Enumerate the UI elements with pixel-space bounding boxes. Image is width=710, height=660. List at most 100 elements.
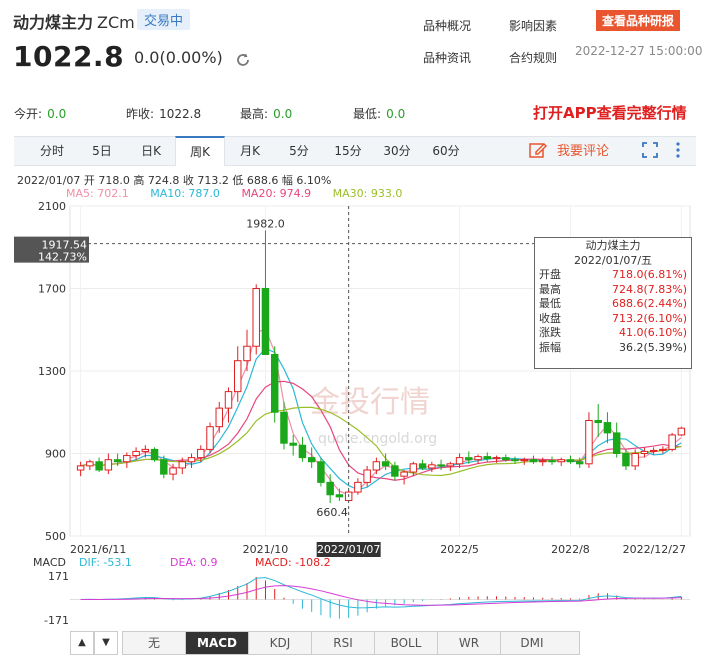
candle-body (326, 481, 334, 496)
candle-body (566, 459, 575, 463)
tooltip-row: 涨跌 41.0(6.10%) (539, 326, 687, 339)
high-marker: 1982.0 (246, 217, 285, 230)
candle-body (280, 411, 288, 444)
candle-body (187, 457, 196, 463)
candle-body (150, 448, 159, 461)
tab-intraday[interactable]: 分时 (30, 137, 74, 165)
indicator-rsi[interactable]: RSI (312, 632, 375, 654)
indicator-boll[interactable]: BOLL (375, 632, 438, 654)
candle-body (668, 434, 676, 450)
link-news[interactable]: 品种资讯 (423, 49, 471, 66)
candle-body (123, 455, 131, 463)
indicator-none[interactable]: 无 (123, 632, 186, 654)
tab-daily-k[interactable]: 日K (129, 137, 173, 165)
candle-body (243, 345, 251, 362)
candle-body (428, 464, 436, 469)
tooltip-row: 最低 688.6(2.44%) (539, 297, 687, 310)
price-change: 0.0(0.00%) (134, 48, 223, 67)
candle-body (224, 391, 233, 409)
macd-chart[interactable]: MACD DIF: -53.1 DEA: 0.9 MACD: -108.2 17… (0, 556, 710, 628)
candle-body (270, 354, 279, 413)
y-tick-label: 1300 (38, 365, 66, 378)
x-tick-label: 2022/12/27 (623, 543, 686, 556)
refresh-icon[interactable] (234, 51, 252, 69)
trading-status-badge: 交易中 (137, 9, 191, 30)
research-report-button[interactable]: 查看品种研报 (596, 10, 681, 31)
comment-button[interactable]: 我要评论 (557, 140, 609, 159)
stat-low: 最低: 0.0 (353, 107, 406, 121)
candle-body (612, 432, 621, 454)
macd-dea-line (80, 585, 682, 606)
candle-body (381, 461, 390, 467)
tooltip-row: 最高 724.8(7.83%) (539, 282, 687, 296)
candle-body (631, 453, 639, 467)
tab-monthly-k[interactable]: 月K (228, 137, 272, 165)
more-icon[interactable] (674, 141, 682, 159)
indicator-dmi[interactable]: DMI (501, 632, 563, 654)
fullscreen-icon[interactable] (641, 141, 659, 159)
open-app-link[interactable]: 打开APP查看完整行情 (533, 102, 687, 123)
x-tick-label: 2021/10 (243, 543, 289, 556)
candle-body (418, 463, 427, 469)
candle-body (252, 288, 260, 347)
y-tick-label: 1700 (38, 283, 66, 296)
candle-body (234, 360, 242, 393)
tab-30min[interactable]: 30分 (375, 137, 419, 165)
instrument-name: 动力煤主力 (13, 13, 94, 32)
candle-body (409, 463, 418, 473)
candle-body (95, 461, 103, 471)
candle-body (511, 459, 519, 462)
indicator-wr[interactable]: WR (438, 632, 501, 654)
indicator-kdj[interactable]: KDJ (249, 632, 312, 654)
candle-body (539, 460, 547, 463)
candle-body (215, 407, 223, 428)
tooltip-row: 收盘 713.2(6.10%) (539, 311, 687, 325)
scroll-up-button[interactable]: ▲ (70, 631, 94, 655)
indicator-tabs: 无 MACD KDJ RSI BOLL WR DMI (122, 631, 580, 655)
candle-body (197, 448, 205, 459)
candle-body (132, 450, 140, 457)
candle-body (76, 465, 85, 471)
link-overview[interactable]: 品种概况 (423, 17, 471, 34)
tab-5day[interactable]: 5日 (80, 137, 124, 165)
tab-weekly-k[interactable]: 周K (175, 136, 225, 166)
candle-body (594, 420, 602, 424)
x-tick-label: 2021/6/11 (70, 543, 126, 556)
candle-body (391, 465, 399, 477)
candle-body (160, 459, 168, 475)
candle-body (465, 457, 473, 461)
stat-high: 最高: 0.0 (240, 107, 293, 121)
candle-body (400, 471, 408, 477)
indicator-macd[interactable]: MACD (186, 632, 249, 654)
candle-body (335, 494, 344, 498)
candle-body (649, 449, 658, 452)
low-marker: 660.4 (316, 506, 348, 519)
link-rules[interactable]: 合约规则 (509, 49, 557, 66)
tooltip-date: 2022/01/07/五 (573, 254, 653, 267)
candle-body (372, 461, 381, 471)
candle-body (455, 457, 464, 465)
link-factors[interactable]: 影响因素 (509, 17, 557, 34)
scroll-down-button[interactable]: ▼ (94, 631, 118, 655)
candle-body (474, 456, 482, 461)
candle-body (520, 459, 528, 462)
tab-5min[interactable]: 5分 (277, 137, 321, 165)
watermark-subtext: quote.cngold.org (318, 431, 437, 447)
last-price: 1022.8 (13, 40, 125, 73)
macd-label: MACD (33, 556, 66, 569)
candle-body (141, 448, 150, 452)
instrument-code: ZCm (97, 13, 135, 32)
ma-legend: MA5: 702.1 MA10: 787.0 MA20: 974.9 MA30:… (66, 187, 402, 200)
candle-body (640, 450, 649, 454)
candle-body (585, 420, 593, 465)
ohlc-tooltip: 动力煤主力 2022/01/07/五 开盘 718.0(6.81%) 最高 724.… (534, 237, 692, 369)
tab-15min[interactable]: 15分 (326, 137, 370, 165)
edit-icon[interactable] (528, 140, 548, 160)
candle-body (492, 457, 501, 460)
macd-bottom-tick: -171 (44, 614, 69, 627)
tab-60min[interactable]: 60分 (424, 137, 468, 165)
timestamp: 2022-12-27 15:00:00 (575, 44, 703, 58)
tooltip-row: 开盘 718.0(6.81%) (539, 268, 687, 281)
candle-body (363, 469, 371, 483)
tooltip-row: 振幅 36.2(5.39%) (539, 340, 687, 354)
